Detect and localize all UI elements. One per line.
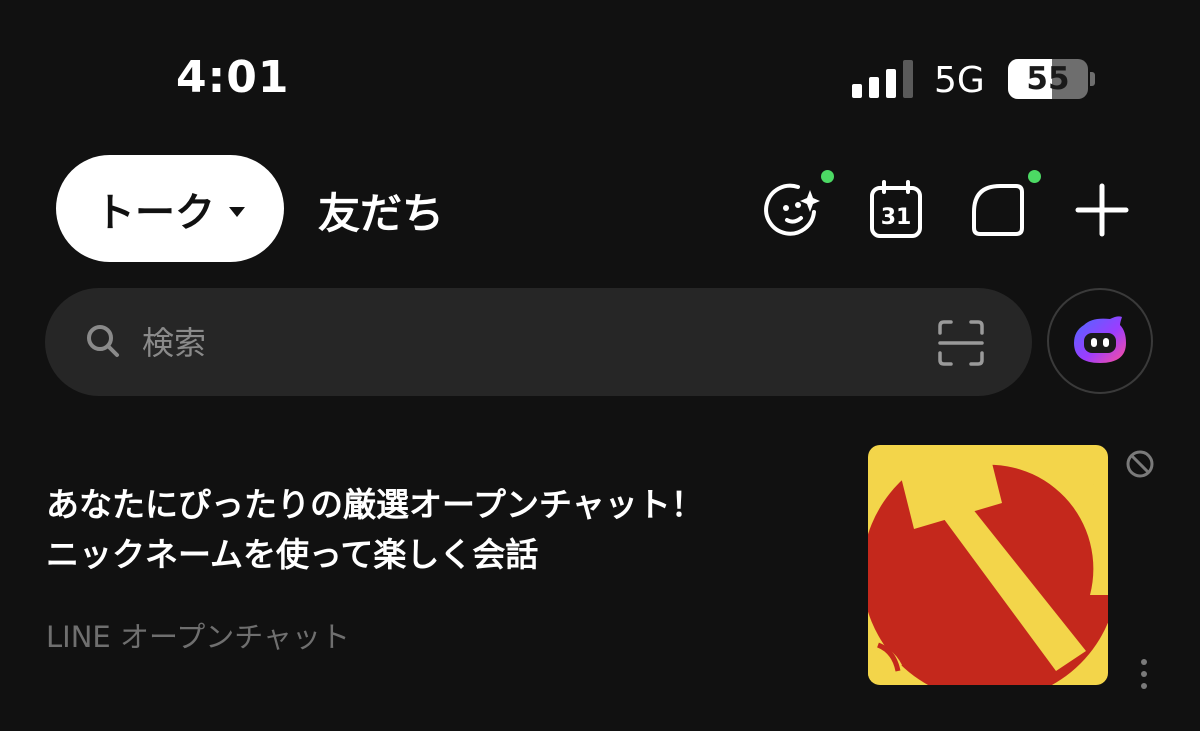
face-sparkle-button[interactable] — [762, 178, 826, 242]
tab-talk[interactable]: トーク — [56, 155, 284, 262]
more-vertical-icon[interactable] — [1138, 658, 1150, 692]
qr-scan-icon[interactable] — [938, 320, 984, 366]
face-sparkle-icon — [764, 183, 820, 236]
chevron-down-icon — [229, 206, 245, 217]
battery-tip — [1090, 72, 1095, 86]
signal-strength-icon — [852, 60, 914, 98]
network-type: 5G — [934, 60, 985, 101]
search-input[interactable] — [140, 288, 904, 398]
chat-bubble-button[interactable] — [966, 178, 1030, 242]
ad-title-line: ニックネームを使って楽しく会話 — [46, 535, 539, 574]
ai-assistant-button[interactable] — [1047, 288, 1153, 394]
calendar-button[interactable]: 31 — [864, 178, 928, 242]
search-bar[interactable] — [45, 288, 1032, 398]
status-bar: 4:01 5G 55 — [0, 0, 1200, 120]
notification-dot — [1028, 170, 1041, 183]
battery-icon: 55 — [1008, 59, 1088, 99]
ad-image[interactable] — [868, 445, 1108, 685]
status-time: 4:01 — [176, 52, 290, 103]
chat-bubble-icon — [972, 184, 1024, 236]
hammer-sickle-image — [868, 445, 1108, 685]
robot-icon — [1074, 316, 1126, 363]
battery-level: 55 — [1026, 61, 1070, 97]
calendar-day: 31 — [881, 205, 912, 230]
notification-dot — [821, 170, 834, 183]
tab-friends[interactable]: 友だち — [318, 180, 444, 241]
hide-ad-icon[interactable] — [1124, 448, 1156, 480]
search-icon — [87, 325, 119, 357]
tab-talk-label: トーク — [95, 189, 215, 236]
plus-icon — [1075, 183, 1129, 237]
ad-title[interactable]: あなたにぴったりの厳選オープンチャット！ ニックネームを使って楽しく会話 — [46, 480, 846, 580]
add-button[interactable] — [1070, 178, 1134, 242]
calendar-icon: 31 — [870, 180, 922, 238]
ad-source: LINE オープンチャット — [46, 620, 350, 654]
ad-title-line: あなたにぴったりの厳選オープンチャット！ — [46, 485, 704, 524]
